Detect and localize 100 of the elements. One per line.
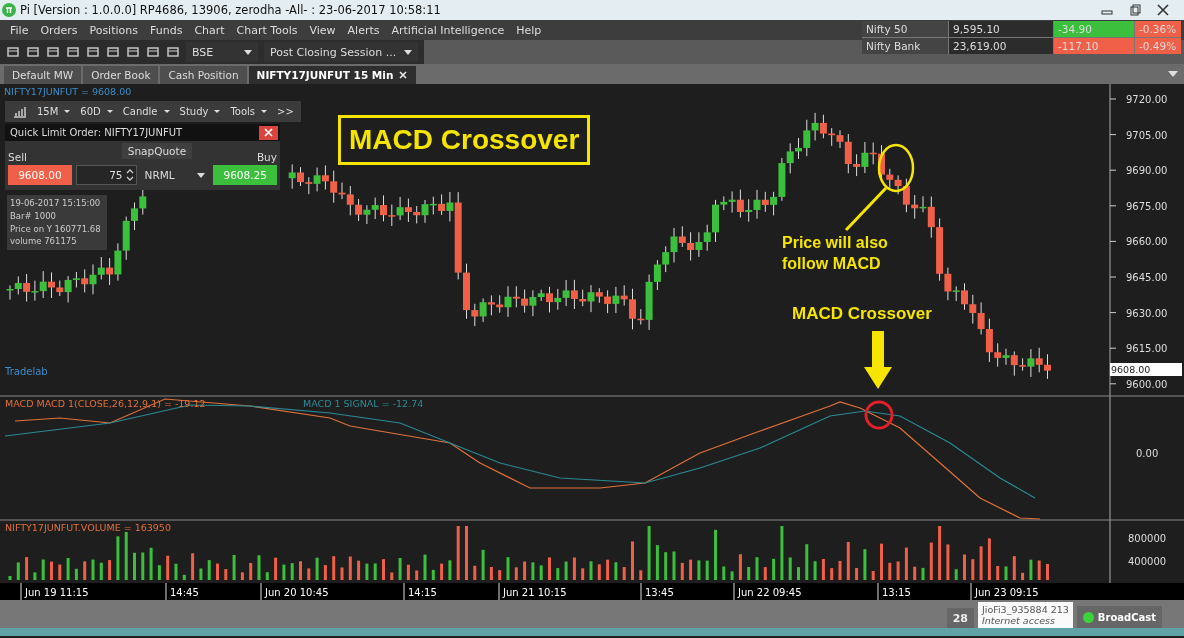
time-axis-label: 13:15 bbox=[882, 587, 911, 598]
price-tick-label: 9720.00 bbox=[1126, 94, 1168, 105]
time-axis-label: Jun 20 10:45 bbox=[265, 587, 329, 598]
menu-item[interactable]: Help bbox=[516, 23, 542, 37]
app-logo-icon bbox=[2, 3, 16, 17]
caret-icon bbox=[404, 49, 413, 55]
session-dropdown[interactable]: Post Closing Session ... bbox=[264, 42, 419, 62]
toolbar-icon[interactable] bbox=[166, 45, 180, 59]
window-title: Pi [Version : 1.0.0.0] RP4686, 13906, zerodha -All- : 23-06-2017 10:58:11 bbox=[20, 3, 441, 17]
volume-label: NIFTY17JUNFUT.VOLUME = 163950 bbox=[5, 522, 171, 533]
caret-icon bbox=[106, 110, 113, 113]
chart-toolbar-dropdown[interactable]: Candle bbox=[122, 106, 170, 117]
annotation-label: MACD Crossover bbox=[792, 304, 932, 324]
annotation-note: Price will also follow MACD bbox=[782, 233, 889, 274]
toolbar-icon[interactable] bbox=[26, 45, 40, 59]
bar-info-text: 19-06-2017 15:15:00 bbox=[10, 197, 102, 210]
caret-icon bbox=[163, 110, 170, 113]
menu-item[interactable]: Alerts bbox=[347, 23, 380, 37]
time-axis-label: 13:45 bbox=[645, 587, 674, 598]
time-axis-label: 14:45 bbox=[170, 587, 199, 598]
toolbar-icon[interactable] bbox=[66, 45, 80, 59]
menu-item[interactable]: View bbox=[309, 23, 336, 37]
menu-item[interactable]: Artificial Intelligence bbox=[391, 23, 505, 37]
tab[interactable]: Cash Position bbox=[160, 66, 247, 84]
highlight-ellipse bbox=[877, 143, 915, 193]
index-percent: -0.36% bbox=[1135, 21, 1181, 37]
tab[interactable]: Default MW bbox=[4, 66, 82, 84]
crossover-circle bbox=[864, 400, 894, 430]
broadcast-label: BroadCast bbox=[1097, 611, 1156, 623]
caret-icon bbox=[64, 110, 71, 113]
time-axis-label: Jun 19 11:15 bbox=[25, 587, 89, 598]
index-value: 23,619.00 bbox=[949, 38, 1053, 54]
toolbar-icon[interactable] bbox=[86, 45, 100, 59]
close-icon[interactable] bbox=[1156, 4, 1170, 16]
index-name: Nifty 50 bbox=[862, 21, 948, 37]
snapquote-button[interactable]: SnapQuote bbox=[121, 143, 193, 159]
toolbar-icon[interactable] bbox=[106, 45, 120, 59]
time-axis-label: 14:15 bbox=[408, 587, 437, 598]
current-price-label: 9608.00 bbox=[1110, 363, 1182, 376]
close-icon bbox=[264, 128, 273, 137]
menu-item[interactable]: Chart bbox=[194, 23, 225, 37]
bar-info-text: volume 761175 bbox=[10, 235, 78, 249]
price-tick-label: 9660.00 bbox=[1126, 236, 1168, 248]
network-status: Internet access bbox=[981, 615, 1056, 626]
volume-tick-label: 800000 bbox=[1128, 533, 1167, 544]
tab[interactable]: Order Book bbox=[83, 66, 159, 84]
chart-toolbar-dropdown[interactable]: Tools bbox=[230, 106, 268, 117]
menu-item[interactable]: Chart Tools bbox=[236, 23, 298, 37]
toolbar-icon[interactable] bbox=[46, 45, 60, 59]
bar-chart-icon[interactable] bbox=[13, 105, 27, 118]
more-button[interactable]: >> bbox=[277, 106, 294, 117]
bar-info-text: Price on Y 160771.68 bbox=[10, 222, 102, 236]
price-tick-label: 9690.00 bbox=[1126, 165, 1168, 177]
caret-icon bbox=[244, 49, 252, 55]
caret-icon bbox=[261, 110, 268, 113]
buy-label: Buy bbox=[256, 151, 277, 163]
time-axis-label: Jun 21 10:15 bbox=[503, 587, 567, 598]
watermark-label: Tradelab bbox=[5, 366, 48, 377]
bar-info-text: Bar# 1000 bbox=[10, 209, 57, 223]
signal-label: MACD 1 SIGNAL = -12.74 bbox=[303, 398, 424, 409]
caret-icon bbox=[214, 110, 221, 113]
quantity-field[interactable]: 75 bbox=[75, 165, 137, 185]
price-tick-label: 9705.00 bbox=[1126, 129, 1168, 141]
chart-toolbar-dropdown[interactable]: 60D bbox=[80, 106, 113, 117]
time-axis-label: Jun 22 09:45 bbox=[738, 587, 802, 598]
close-button[interactable] bbox=[259, 125, 278, 140]
exchange-dropdown[interactable]: BSE bbox=[186, 42, 258, 62]
index-percent: -0.49% bbox=[1135, 38, 1181, 54]
index-change: -34.90 bbox=[1054, 21, 1134, 37]
tab[interactable]: NIFTY17JUNFUT 15 Min bbox=[248, 66, 417, 84]
time-axis-label: Jun 23 09:15 bbox=[975, 587, 1039, 598]
price-tick-label: 9615.00 bbox=[1126, 343, 1168, 355]
sell-label: Sell bbox=[8, 151, 27, 163]
network-name: JioFi3_935884 213 bbox=[981, 604, 1069, 615]
dropdown-arrow-icon[interactable] bbox=[1168, 71, 1178, 77]
spinner-icon[interactable] bbox=[125, 168, 134, 182]
symbol-price-label: NIFTY17JUNFUT = 9608.00 bbox=[4, 86, 132, 97]
menu-item[interactable]: Funds bbox=[150, 23, 183, 37]
restore-icon[interactable] bbox=[1128, 4, 1142, 16]
index-value: 9,595.10 bbox=[949, 21, 1053, 37]
toolbar-icon[interactable] bbox=[6, 45, 20, 59]
caret-icon bbox=[197, 172, 206, 178]
price-tick-label: 9600.00 bbox=[1126, 378, 1168, 390]
price-tick-label: 9630.00 bbox=[1126, 307, 1168, 319]
quick-order-title: Quick Limit Order: NIFTY17JUNFUT bbox=[10, 127, 183, 138]
chart-toolbar-dropdown[interactable]: 15M bbox=[37, 106, 71, 117]
price-tick-label: 9645.00 bbox=[1126, 272, 1168, 283]
status-count: 28 bbox=[946, 608, 974, 628]
menu-item[interactable]: Orders bbox=[40, 23, 78, 37]
menu-item[interactable]: File bbox=[10, 23, 29, 37]
menu-item[interactable]: Positions bbox=[89, 23, 138, 37]
chart-toolbar-dropdown[interactable]: Study bbox=[179, 106, 221, 117]
price-tick-label: 9675.00 bbox=[1126, 200, 1168, 212]
toolbar-icon[interactable] bbox=[126, 45, 140, 59]
volume-tick-label: 400000 bbox=[1128, 556, 1167, 567]
macd-tick-label: 0.00 bbox=[1136, 448, 1159, 459]
index-change: -117.10 bbox=[1054, 38, 1134, 54]
leader-line bbox=[844, 186, 888, 232]
product-dropdown[interactable]: NRML bbox=[140, 165, 210, 185]
toolbar-icon[interactable] bbox=[146, 45, 160, 59]
